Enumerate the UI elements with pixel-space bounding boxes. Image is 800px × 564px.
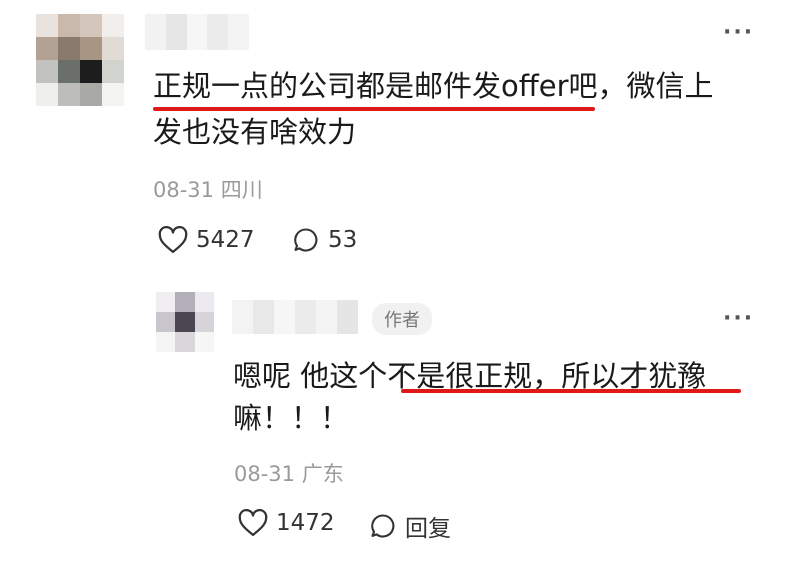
reply-count-button[interactable]: 53	[292, 226, 357, 254]
comment-text-line1: 正规一点的公司都是邮件发offer吧，微信上	[153, 69, 714, 103]
like-button[interactable]: 5427	[158, 226, 255, 254]
reply-label: 回复	[405, 516, 451, 542]
commenter-name-blurred[interactable]	[145, 14, 249, 50]
reply-author-name-blurred[interactable]	[232, 300, 358, 334]
chat-bubble-icon	[294, 228, 318, 252]
reply-like-button[interactable]: 1472	[238, 509, 335, 537]
like-count: 5427	[196, 227, 255, 253]
commenter-avatar[interactable]	[36, 14, 124, 106]
reply-count: 53	[328, 227, 358, 253]
comment-date: 08-31	[153, 178, 215, 202]
more-dots-icon[interactable]: ···	[723, 306, 754, 331]
reply-date: 08-31	[234, 462, 296, 486]
reply-text-line2: 嘛！！！	[233, 401, 350, 435]
comment-text-line2: 发也没有啥效力	[153, 115, 357, 149]
more-dots-icon[interactable]: ···	[723, 20, 754, 45]
highlight-underline	[401, 389, 741, 393]
reply-location: 广东	[301, 462, 344, 486]
comment-meta: 08-31 四川	[153, 174, 263, 204]
reply-meta: 08-31 广东	[234, 458, 344, 488]
comment-location: 四川	[220, 178, 263, 202]
reply-author-avatar[interactable]	[156, 292, 214, 352]
reply-like-count: 1472	[276, 510, 335, 536]
reply-button[interactable]: 回复	[369, 509, 451, 543]
highlight-underline	[153, 107, 595, 111]
author-badge: 作者	[372, 303, 432, 335]
chat-bubble-icon	[371, 514, 395, 538]
heart-outline-icon	[238, 509, 268, 536]
heart-outline-icon	[158, 226, 188, 253]
